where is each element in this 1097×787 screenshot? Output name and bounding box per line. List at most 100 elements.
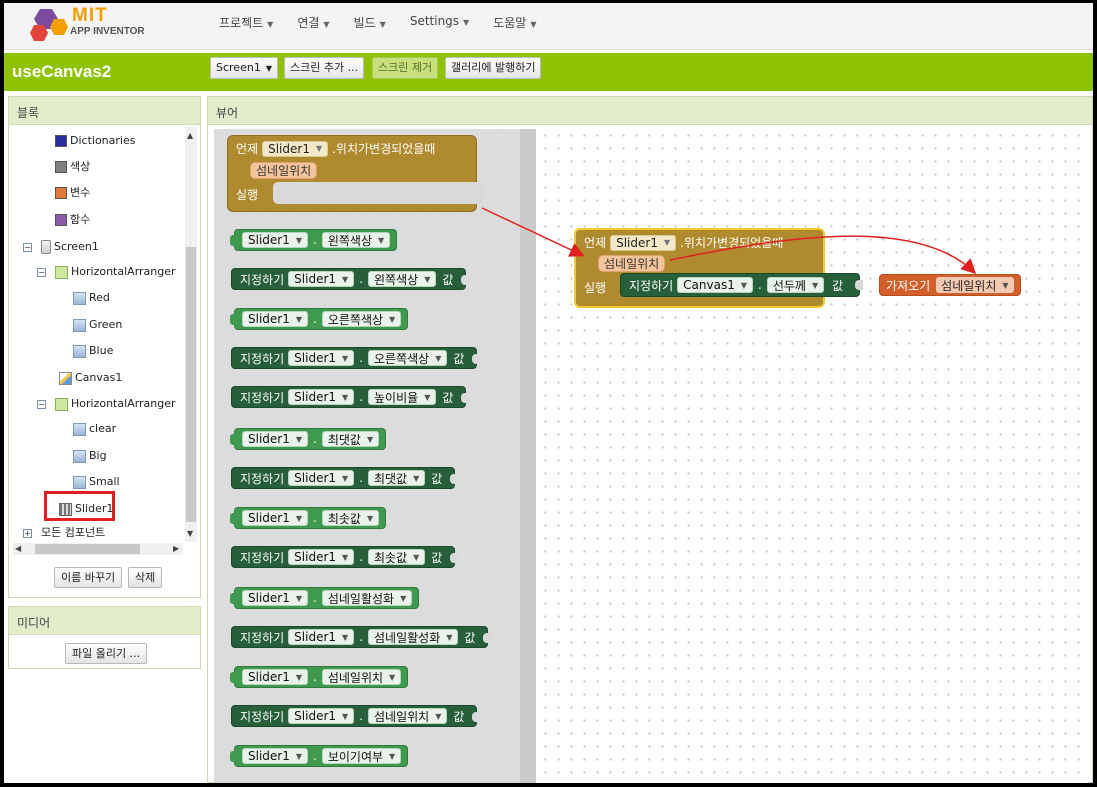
remove-screen-button[interactable]: 스크린 제거 [372, 57, 439, 79]
collapse-icon[interactable]: − [37, 267, 46, 277]
component-dropdown[interactable]: Slider1 ▼ [242, 232, 309, 248]
screen-select-button[interactable]: Screen1 ▼ [210, 57, 278, 79]
tree-item-color[interactable]: 색상 [55, 157, 90, 177]
property-dropdown[interactable]: 최솟값 ▼ [321, 510, 380, 526]
flyout-set-block[interactable]: 지정하기 Slider1 ▼. 높이비율 ▼ 값 [231, 386, 470, 408]
tree-item-variables[interactable]: 변수 [55, 183, 90, 203]
property-dropdown[interactable]: 최댓값 ▼ [368, 470, 426, 486]
upload-file-button[interactable]: 파일 올리기 ... [65, 643, 148, 664]
collapse-icon[interactable]: − [23, 242, 32, 252]
scroll-thumb[interactable] [35, 544, 140, 554]
property-dropdown[interactable]: 왼쪽색상 ▼ [368, 271, 437, 287]
property-dropdown[interactable]: 섬네일활성화 ▼ [368, 629, 459, 645]
component-dropdown[interactable]: Slider1 ▼ [610, 234, 677, 251]
menu-build[interactable]: 빌드 ▼ [354, 14, 386, 31]
component-dropdown[interactable]: Canvas1 ▼ [677, 277, 754, 293]
workspace-set-canvas-block[interactable]: 지정하기 Canvas1 ▼ . 선두께 ▼ 값 [620, 273, 864, 297]
flyout-set-block[interactable]: 지정하기 Slider1 ▼. 왼쪽색상 ▼ 값 [231, 268, 470, 290]
chevron-down-icon: ▼ [315, 144, 323, 153]
flyout-set-block[interactable]: 지정하기 Slider1 ▼. 섬네일활성화 ▼ 값 [231, 626, 492, 648]
tree-item-red[interactable]: Red [73, 288, 110, 308]
flyout-event-block[interactable]: 언제 Slider1 ▼ .위치가변경되었을때 섬네일위치 실행 [227, 135, 483, 212]
component-dropdown[interactable]: Slider1 ▼ [288, 271, 355, 287]
property-dropdown[interactable]: 오른쪽색상 ▼ [368, 350, 448, 366]
tree-horizontal-scrollbar[interactable]: ◀ ▶ [13, 543, 183, 555]
chevron-down-icon: ▼ [413, 473, 420, 483]
add-screen-button[interactable]: 스크린 추가 ... [284, 57, 365, 79]
menu-settings[interactable]: Settings ▼ [410, 14, 469, 31]
delete-button[interactable]: 삭제 [128, 567, 163, 588]
flyout-set-block[interactable]: 지정하기 Slider1 ▼. 최댓값 ▼ 값 [231, 467, 459, 489]
component-dropdown[interactable]: Slider1 ▼ [288, 350, 355, 366]
event-parameter[interactable]: 섬네일위치 [598, 255, 666, 272]
scroll-right-icon[interactable]: ▶ [173, 544, 179, 553]
component-dropdown[interactable]: Slider1 ▼ [242, 669, 309, 685]
collapse-icon[interactable]: − [37, 399, 46, 409]
component-dropdown[interactable]: Slider1 ▼ [262, 140, 329, 157]
tree-item-big[interactable]: Big [73, 446, 107, 466]
component-dropdown[interactable]: Slider1 ▼ [288, 549, 355, 565]
component-dropdown[interactable]: Slider1 ▼ [288, 470, 355, 486]
menu-project[interactable]: 프로젝트 ▼ [219, 14, 273, 31]
component-dropdown[interactable]: Slider1 ▼ [288, 389, 355, 405]
property-dropdown-label: 섬네일활성화 [327, 591, 395, 606]
tree-item-clear[interactable]: clear [73, 419, 116, 439]
property-dropdown[interactable]: 높이비율 ▼ [368, 389, 437, 405]
property-dropdown[interactable]: 섬네일위치 ▼ [368, 708, 448, 724]
flyout-scrollbar[interactable] [520, 129, 536, 783]
variable-dropdown[interactable]: 섬네일위치 ▼ [936, 277, 1014, 293]
expand-icon[interactable]: + [23, 528, 32, 538]
scroll-thumb[interactable] [186, 247, 196, 522]
tree-item-arranger2[interactable]: − HorizontalArranger [37, 394, 176, 414]
menu-help[interactable]: 도움말 ▼ [493, 14, 536, 31]
tree-item-dictionaries[interactable]: Dictionaries [55, 131, 135, 151]
property-dropdown[interactable]: 오른쪽색상 ▼ [321, 311, 402, 327]
component-dropdown[interactable]: Slider1 ▼ [242, 431, 309, 447]
property-dropdown[interactable]: 최댓값 ▼ [321, 431, 380, 447]
component-dropdown[interactable]: Slider1 ▼ [288, 708, 355, 724]
component-dropdown[interactable]: Slider1 ▼ [242, 510, 309, 526]
to-label: 값 [832, 278, 844, 293]
scroll-left-icon[interactable]: ◀ [15, 544, 21, 553]
workspace-get-variable-block[interactable]: 가져오기 섬네일위치 ▼ [879, 274, 1021, 296]
property-dropdown[interactable]: 섬네일위치 ▼ [321, 669, 402, 685]
flyout-get-block[interactable]: Slider1 ▼. 오른쪽색상 ▼ [229, 308, 409, 330]
event-parameter[interactable]: 섬네일위치 [250, 162, 318, 179]
tree-item-screen1[interactable]: − Screen1 [23, 237, 99, 257]
component-dropdown[interactable]: Slider1 ▼ [288, 629, 355, 645]
app-logo[interactable]: MIT APP INVENTOR [30, 5, 160, 45]
tree-vertical-scrollbar[interactable]: ▲ ▼ [185, 127, 197, 542]
tree-item-canvas1[interactable]: Canvas1 [59, 368, 122, 388]
component-dropdown[interactable]: Slider1 ▼ [242, 311, 309, 327]
flyout-get-block[interactable]: Slider1 ▼. 최솟값 ▼ [229, 507, 387, 529]
set-label: 지정하기 [240, 630, 285, 645]
flyout-set-block[interactable]: 지정하기 Slider1 ▼. 오른쪽색상 ▼ 값 [231, 347, 481, 369]
tree-item-all-components[interactable]: + 모든 컴포넌트 [23, 523, 105, 542]
flyout-get-block[interactable]: Slider1 ▼. 섬네일위치 ▼ [229, 666, 409, 688]
blocks-workspace[interactable]: 언제 Slider1 ▼ .위치가변경되었을때 섬네일위치 실행 Slider1 ▼… [214, 129, 1088, 783]
scroll-down-icon[interactable]: ▼ [187, 529, 193, 538]
flyout-set-block[interactable]: 지정하기 Slider1 ▼. 섬네일위치 ▼ 값 [231, 705, 481, 727]
tree-item-procedures[interactable]: 함수 [55, 210, 90, 230]
tree-item-arranger1[interactable]: − HorizontalArranger [37, 262, 176, 282]
flyout-get-block[interactable]: Slider1 ▼. 섬네일활성화 ▼ [229, 587, 420, 609]
tree-item-green[interactable]: Green [73, 315, 122, 335]
component-dropdown[interactable]: Slider1 ▼ [242, 748, 309, 764]
tree-item-blue[interactable]: Blue [73, 341, 113, 361]
scroll-up-icon[interactable]: ▲ [187, 131, 193, 140]
property-dropdown[interactable]: 왼쪽색상 ▼ [321, 232, 391, 248]
statement-socket [273, 182, 483, 204]
flyout-get-block[interactable]: Slider1 ▼. 왼쪽색상 ▼ [229, 229, 398, 251]
menu-connect[interactable]: 연결 ▼ [297, 14, 329, 31]
flyout-get-block[interactable]: Slider1 ▼. 보이기여부 ▼ [229, 745, 409, 767]
property-dropdown[interactable]: 보이기여부 ▼ [321, 748, 402, 764]
flyout-get-block[interactable]: Slider1 ▼. 최댓값 ▼ [229, 428, 387, 450]
rename-button[interactable]: 이름 바꾸기 [54, 567, 123, 588]
property-dropdown[interactable]: 선두께 ▼ [766, 277, 825, 293]
flyout-set-block[interactable]: 지정하기 Slider1 ▼. 최솟값 ▼ 값 [231, 546, 459, 568]
component-dropdown[interactable]: Slider1 ▼ [242, 590, 309, 606]
publish-gallery-button[interactable]: 갤러리에 발행하기 [445, 57, 542, 79]
property-dropdown[interactable]: 섬네일활성화 ▼ [321, 590, 413, 606]
tree-item-small[interactable]: Small [73, 472, 120, 492]
property-dropdown[interactable]: 최솟값 ▼ [368, 549, 426, 565]
